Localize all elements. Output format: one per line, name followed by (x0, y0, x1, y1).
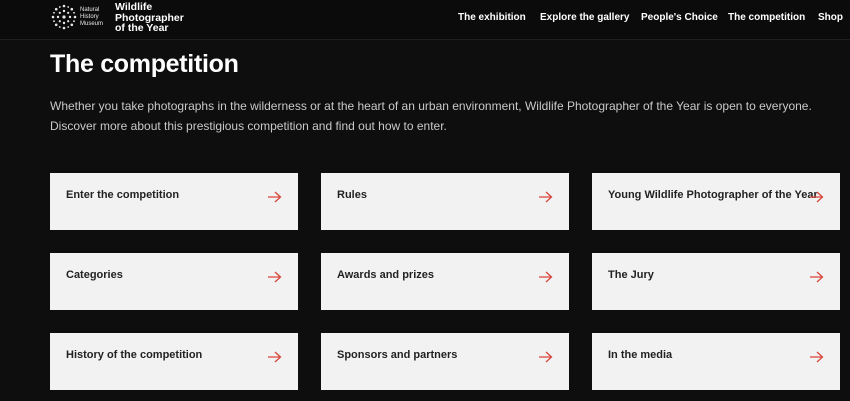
card-categories[interactable]: Categories (50, 253, 298, 310)
card-label: Enter the competition (66, 189, 180, 201)
museum-wordmark-line: History (80, 14, 99, 20)
card-enter-competition[interactable]: Enter the competition (50, 173, 298, 230)
card-young-wpy[interactable]: Young Wildlife Photographer of the Year (592, 173, 840, 230)
arrow-right-icon (268, 191, 282, 203)
arrow-right-icon (539, 271, 553, 283)
card-label: In the media (608, 349, 673, 361)
arrow-right-icon (268, 351, 282, 363)
site-title-line: Wildlife (115, 1, 153, 13)
card-history[interactable]: History of the competition (50, 333, 298, 390)
museum-wordmark-line: Natural (80, 7, 100, 13)
card-label: The Jury (608, 269, 654, 281)
card-in-the-media[interactable]: In the media (592, 333, 840, 390)
arrow-right-icon (268, 271, 282, 283)
arrow-right-icon (810, 191, 824, 203)
museum-wordmark-line: Museum (80, 21, 104, 27)
museum-wordmark[interactable]: Natural History Museum (80, 7, 110, 28)
card-label: Sponsors and partners (337, 349, 458, 361)
card-jury[interactable]: The Jury (592, 253, 840, 310)
arrow-right-icon (539, 191, 553, 203)
nav-item-peoples-choice[interactable]: People's Choice (641, 12, 718, 23)
card-label: Rules (337, 189, 367, 201)
card-awards-prizes[interactable]: Awards and prizes (321, 253, 569, 310)
arrow-right-icon (539, 351, 553, 363)
card-label: Awards and prizes (337, 269, 434, 281)
nav-item-competition[interactable]: The competition (728, 12, 805, 23)
card-rules[interactable]: Rules (321, 173, 569, 230)
site-header: Natural History Museum Wildlife Photogra… (0, 0, 850, 40)
card-label: History of the competition (66, 349, 203, 361)
nav-item-gallery[interactable]: Explore the gallery (540, 12, 629, 23)
nhm-logo-icon[interactable] (50, 3, 78, 31)
arrow-right-icon (810, 271, 824, 283)
page-title: The competition (50, 50, 239, 78)
arrow-right-icon (810, 351, 824, 363)
card-label: Categories (66, 269, 123, 281)
card-sponsors-partners[interactable]: Sponsors and partners (321, 333, 569, 390)
intro-text: Whether you take photographs in the wild… (50, 99, 812, 133)
nav-item-exhibition[interactable]: The exhibition (458, 12, 526, 23)
nav-item-shop[interactable]: Shop (818, 12, 843, 23)
card-label: Young Wildlife Photographer of the Year (608, 189, 818, 201)
site-title[interactable]: Wildlife Photographer of the Year (115, 2, 184, 34)
site-title-line: of the Year (115, 22, 169, 34)
